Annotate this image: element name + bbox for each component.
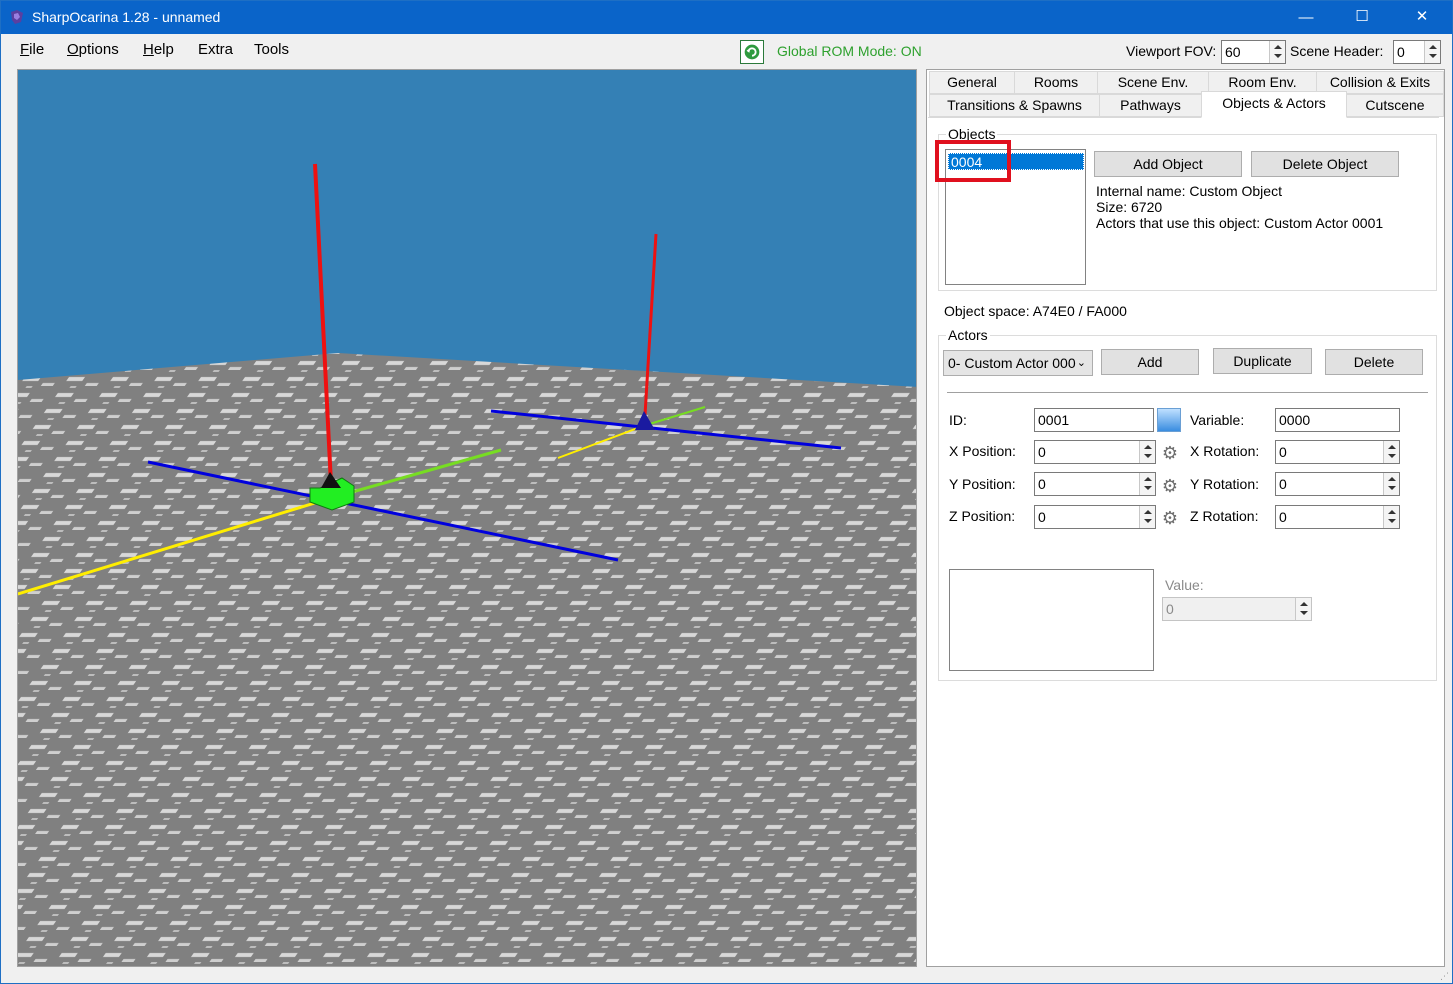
down-arrow-icon[interactable] [1388,454,1396,458]
x-rotation-label: X Rotation: [1190,443,1260,459]
fov-stepper[interactable]: 60 [1221,40,1286,64]
id-label: ID: [949,412,967,428]
close-button[interactable]: ✕ [1397,0,1447,33]
refresh-icon[interactable] [740,40,764,64]
window-title: SharpOcarina 1.28 - unnamed [32,9,221,25]
down-arrow-icon[interactable] [1144,454,1152,458]
up-arrow-icon[interactable] [1144,477,1152,481]
up-arrow-icon [1300,602,1308,606]
title-bar[interactable]: SharpOcarina 1.28 - unnamed — [1,1,1452,34]
actor-database-icon[interactable] [1157,408,1181,432]
down-arrow-icon[interactable] [1144,519,1152,523]
3d-viewport[interactable] [17,69,917,967]
variable-label: Variable: [1190,412,1245,428]
value-label: Value: [1165,577,1204,593]
maximize-button[interactable]: ☐ [1339,0,1385,33]
floor [18,353,916,966]
fov-label: Viewport FOV: [1126,43,1217,59]
gear-icon[interactable]: ⚙ [1160,443,1180,463]
gear-icon[interactable]: ⚙ [1160,476,1180,496]
object-internal-name: Internal name: Custom Object [1096,183,1282,199]
actor-properties-list[interactable] [949,569,1154,671]
actor-select[interactable]: 0- Custom Actor 000 ⌄ [943,350,1093,376]
tab-transitions-spawns[interactable]: Transitions & Spawns [929,94,1100,117]
add-actor-button[interactable]: Add [1101,349,1199,375]
tab-scene-env[interactable]: Scene Env. [1097,71,1209,94]
z-position-label: Z Position: [949,508,1016,524]
duplicate-actor-button[interactable]: Duplicate [1213,348,1312,374]
variable-field[interactable]: 0000 [1275,408,1400,432]
tab-cutscene[interactable]: Cutscene [1346,94,1444,117]
divider [947,392,1428,393]
up-arrow-icon[interactable] [1274,45,1282,49]
y-rotation-label: Y Rotation: [1190,476,1260,492]
down-arrow-icon [1300,611,1308,615]
down-arrow-icon[interactable] [1429,54,1437,58]
object-size: Size: 6720 [1096,199,1163,215]
x-rotation-stepper[interactable]: 0 [1275,440,1400,464]
z-rotation-label: Z Rotation: [1190,508,1259,524]
object-space: Object space: A74E0 / FA000 [944,303,1127,319]
scene-header-label: Scene Header: [1290,43,1384,59]
add-object-button[interactable]: Add Object [1094,151,1242,177]
value-stepper: 0 [1162,597,1312,621]
y-position-stepper[interactable]: 0 [1034,472,1156,496]
down-arrow-icon[interactable] [1388,486,1396,490]
delete-actor-button[interactable]: Delete [1325,349,1423,375]
up-arrow-icon[interactable] [1388,445,1396,449]
down-arrow-icon[interactable] [1274,54,1282,58]
x-position-stepper[interactable]: 0 [1034,440,1156,464]
up-arrow-icon[interactable] [1144,445,1152,449]
y-position-label: Y Position: [949,476,1016,492]
delete-object-button[interactable]: Delete Object [1251,151,1399,177]
scene-header-stepper[interactable]: 0 [1393,40,1441,64]
down-arrow-icon[interactable] [1144,486,1152,490]
menu-tools[interactable]: Tools [254,41,289,58]
tab-pathways[interactable]: Pathways [1099,94,1202,117]
tab-general[interactable]: General [929,71,1015,94]
down-arrow-icon[interactable] [1388,519,1396,523]
actors-group-title: Actors [946,327,990,343]
up-arrow-icon[interactable] [1388,477,1396,481]
app-icon [11,10,23,24]
rom-mode-status: Global ROM Mode: ON [777,43,922,59]
menu-extra[interactable]: Extra [198,41,233,58]
up-arrow-icon[interactable] [1144,510,1152,514]
menu-options[interactable]: Options [67,41,119,58]
tab-objects-actors[interactable]: Objects & Actors [1201,91,1347,118]
z-position-stepper[interactable]: 0 [1034,505,1156,529]
menu-file[interactable]: File [20,41,44,58]
minimize-button[interactable]: — [1283,1,1329,34]
menu-help[interactable]: Help [143,41,174,58]
z-rotation-stepper[interactable]: 0 [1275,505,1400,529]
up-arrow-icon[interactable] [1388,510,1396,514]
gear-icon[interactable]: ⚙ [1160,508,1180,528]
x-position-label: X Position: [949,443,1016,459]
selection-highlight [935,140,1011,182]
chevron-down-icon: ⌄ [1076,357,1086,369]
up-arrow-icon[interactable] [1429,45,1437,49]
id-field[interactable]: 0001 [1034,408,1154,432]
object-used-by: Actors that use this object: Custom Acto… [1096,215,1384,231]
y-rotation-stepper[interactable]: 0 [1275,472,1400,496]
app-window: SharpOcarina 1.28 - unnamed — File Optio… [0,0,1453,984]
tab-rooms[interactable]: Rooms [1014,71,1098,94]
resize-grip-icon[interactable]: ⋰ [1440,971,1450,981]
